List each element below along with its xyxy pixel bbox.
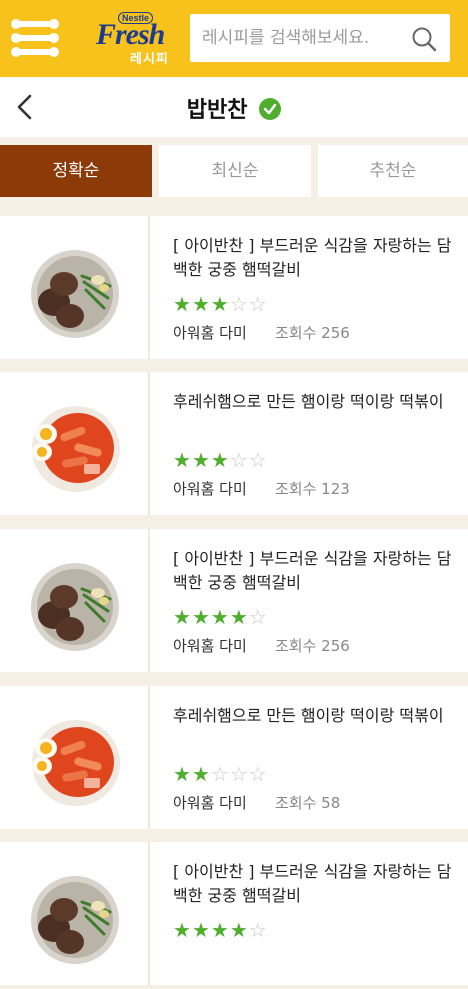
search-box [190,14,450,62]
recipe-thumbnail[interactable] [0,686,150,829]
star-icon: ★ [210,605,230,629]
top-bar: Nestle Fresh 레시피 [0,0,468,77]
recipe-card[interactable]: 후레쉬햄으로 만든 햄이랑 떡이랑 떡볶이 ★★★☆☆ 아워홈 다미 조회수 123 [0,372,468,515]
tteokbokki-dish-image [32,720,120,806]
galbi-dish-image [31,563,119,651]
title-bar: 밥반찬 [0,77,468,137]
star-icon: ★ [173,762,192,786]
recipe-author: 아워홈 다미 [173,794,247,812]
star-icon: ☆ [229,762,249,786]
star-icon: ★ [191,918,211,942]
star-icon: ★ [191,762,211,786]
recipe-title[interactable]: 후레쉬햄으로 만든 햄이랑 떡이랑 떡볶이 [173,704,458,728]
recipe-title[interactable]: [ 아이반찬 ] 부드러운 식감을 자랑하는 담백한 궁중 햄떡갈비 [173,860,458,908]
search-icon[interactable] [411,26,437,52]
star-icon: ★ [173,605,192,629]
recipe-thumbnail[interactable] [0,372,150,515]
recipe-card[interactable]: [ 아이반찬 ] 부드러운 식감을 자랑하는 담백한 궁중 햄떡갈비 ★★★★☆ 아… [0,529,468,672]
star-icon: ☆ [248,292,268,316]
star-icon: ★ [173,448,192,472]
star-icon: ★ [173,918,192,942]
tteokbokki-dish-image [32,406,120,492]
star-icon: ★ [210,292,230,316]
star-icon: ★ [191,605,211,629]
star-icon: ☆ [248,448,268,472]
galbi-dish-image [31,876,119,964]
tab-latest[interactable]: 최신순 [159,145,311,197]
recipe-card[interactable]: [ 아이반찬 ] 부드러운 식감을 자랑하는 담백한 궁중 햄떡갈비 ★★★★☆ [0,842,468,985]
recipe-card[interactable]: [ 아이반찬 ] 부드러운 식감을 자랑하는 담백한 궁중 햄떡갈비 ★★★☆☆ 아… [0,216,468,359]
sort-tabs: 정확순 최신순 추천순 [0,145,468,197]
star-icon: ★ [210,918,230,942]
page-title: 밥반찬 [0,92,468,124]
star-rating: ★★★★☆ [173,920,268,940]
recipe-author: 아워홈 다미 [173,637,247,655]
star-icon: ★ [229,605,249,629]
fresh-logo[interactable]: Nestle Fresh 레시피 [96,12,176,67]
recipe-title[interactable]: [ 아이반찬 ] 부드러운 식감을 자랑하는 담백한 궁중 햄떡갈비 [173,234,458,282]
logo-sub: 레시피 [130,52,169,67]
recipe-author: 아워홈 다미 [173,324,247,342]
menu-icon[interactable] [11,19,59,57]
star-icon: ☆ [248,605,268,629]
tab-recommended[interactable]: 추천순 [318,145,468,197]
star-icon: ☆ [248,762,268,786]
star-icon: ☆ [248,918,268,942]
recipe-card[interactable]: 후레쉬햄으로 만든 햄이랑 떡이랑 떡볶이 ★★☆☆☆ 아워홈 다미 조회수 58 [0,686,468,829]
tab-accuracy[interactable]: 정확순 [0,145,152,197]
star-icon: ☆ [210,762,230,786]
star-rating: ★★★☆☆ [173,294,268,314]
recipe-views: 조회수 58 [275,794,341,812]
star-icon: ★ [191,448,211,472]
recipe-thumbnail[interactable] [0,216,150,359]
star-icon: ★ [191,292,211,316]
recipe-thumbnail[interactable] [0,842,150,985]
star-icon: ☆ [229,448,249,472]
recipe-views: 조회수 123 [275,480,350,498]
star-rating: ★★★★☆ [173,607,268,627]
recipe-author: 아워홈 다미 [173,480,247,498]
search-input[interactable] [202,14,402,62]
star-rating: ★★☆☆☆ [173,764,268,784]
star-icon: ★ [173,292,192,316]
recipe-title[interactable]: [ 아이반찬 ] 부드러운 식감을 자랑하는 담백한 궁중 햄떡갈비 [173,547,458,595]
star-icon: ☆ [229,292,249,316]
recipe-views: 조회수 256 [275,324,350,342]
star-icon: ★ [210,448,230,472]
recipe-thumbnail[interactable] [0,529,150,672]
star-rating: ★★★☆☆ [173,450,268,470]
star-icon: ★ [229,918,249,942]
logo-word: Fresh [96,18,165,51]
recipe-title[interactable]: 후레쉬햄으로 만든 햄이랑 떡이랑 떡볶이 [173,390,458,414]
galbi-dish-image [31,250,119,338]
recipe-views: 조회수 256 [275,637,350,655]
page-title-text: 밥반찬 [186,98,248,123]
check-badge-icon [259,98,282,120]
